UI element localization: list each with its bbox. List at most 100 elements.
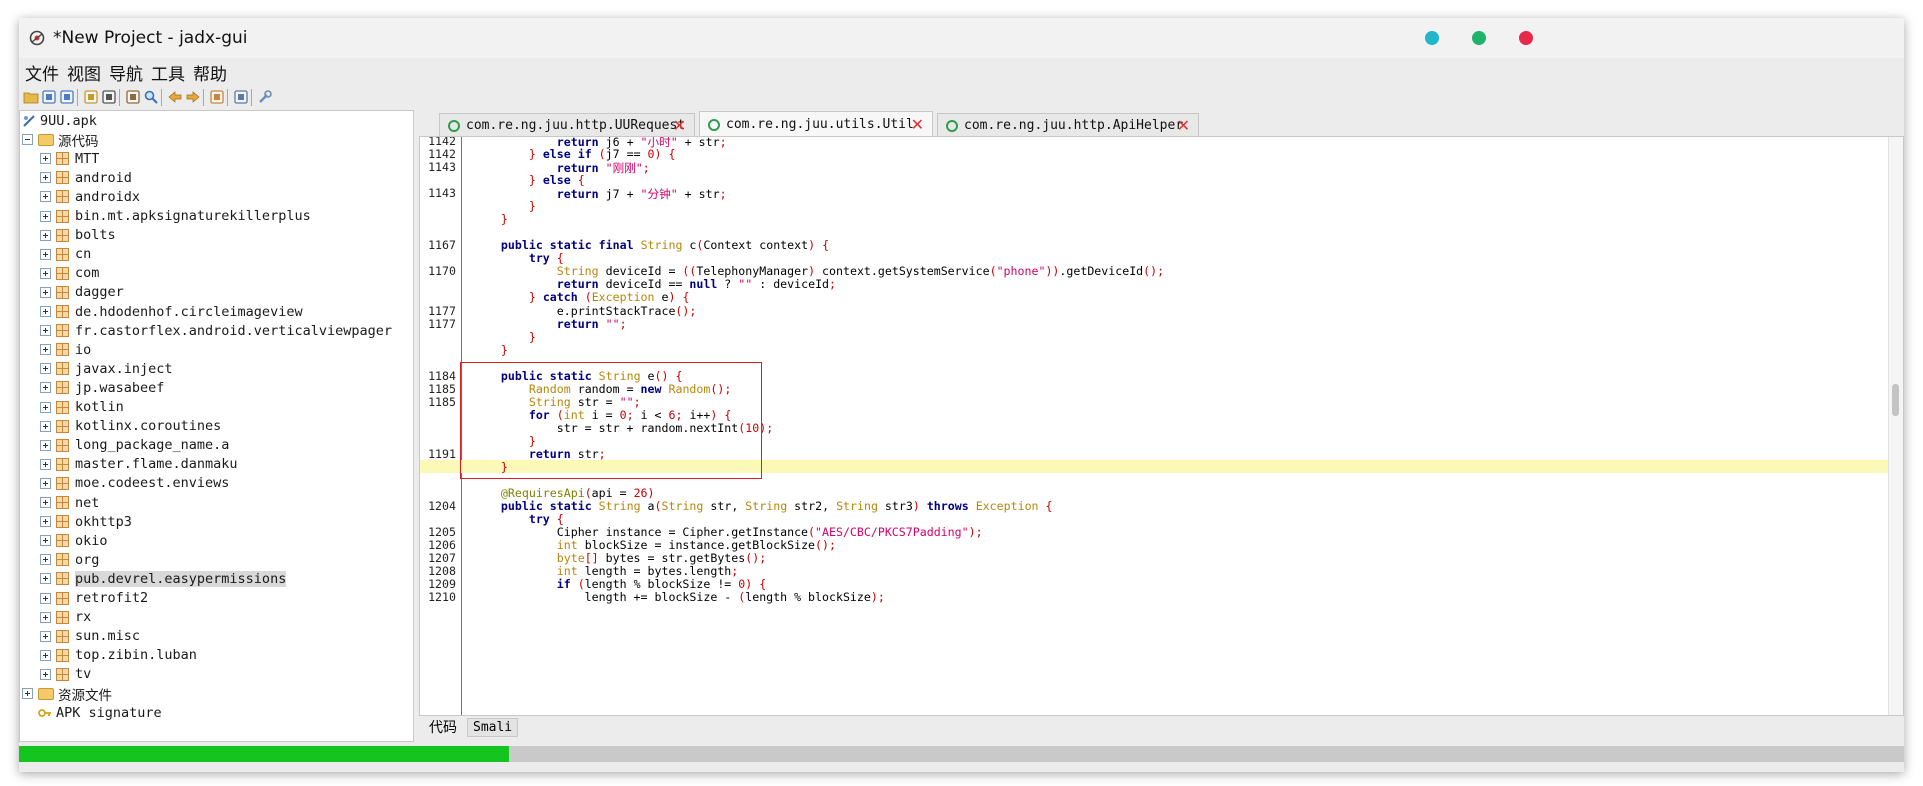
tree-package-item[interactable]: bolts <box>40 226 116 245</box>
tree-package-item[interactable]: dagger <box>40 283 124 302</box>
minimize-button[interactable] <box>1425 31 1439 45</box>
expand-toggle[interactable] <box>40 611 51 623</box>
expand-toggle[interactable] <box>40 325 51 337</box>
tree-package-item[interactable]: de.hdodenhof.circleimageview <box>40 302 303 321</box>
expand-toggle[interactable] <box>40 306 51 317</box>
tree-root[interactable]: 9UU.apk <box>22 111 97 130</box>
code-line[interactable]: 1167 public static final String c(Contex… <box>420 238 1890 252</box>
tree-node-apk-signature[interactable]: APK signature <box>38 703 162 722</box>
code-line[interactable]: 1206 int blockSize = instance.getBlockSi… <box>420 538 1890 552</box>
code-line[interactable]: 1207 byte[] bytes = str.getBytes(); <box>420 551 1890 565</box>
tree-node-source[interactable]: 源代码 <box>22 130 99 150</box>
close-tab-icon[interactable]: ✕ <box>673 116 686 135</box>
code-line[interactable]: 1205 Cipher instance = Cipher.getInstanc… <box>420 525 1890 539</box>
vertical-scrollbar[interactable] <box>1888 137 1903 715</box>
code-line[interactable]: 1209 if (length % blockSize != 0) { <box>420 577 1890 591</box>
editor-tab[interactable]: com.re.ng.juu.http.UURequest ✕ <box>439 113 695 137</box>
tree-package-item[interactable]: android <box>40 168 132 187</box>
expand-toggle[interactable] <box>40 668 51 680</box>
code-line[interactable]: } <box>420 199 1890 213</box>
tree-package-item[interactable]: org <box>40 550 99 569</box>
code-line[interactable]: 1142 return j6 + "小时" + str; <box>420 137 1890 149</box>
expand-toggle[interactable] <box>40 516 51 528</box>
close-tab-icon[interactable]: ✕ <box>911 115 924 134</box>
expand-toggle[interactable] <box>40 363 51 375</box>
expand-toggle[interactable] <box>40 382 51 394</box>
tab-code[interactable]: 代码 <box>425 716 461 738</box>
editor-tab[interactable]: com.re.ng.juu.utils.Util ✕ <box>699 111 933 137</box>
expand-toggle[interactable] <box>40 229 51 241</box>
preferences-icon[interactable] <box>257 89 273 105</box>
tree-package-item[interactable]: jp.wasabeef <box>40 378 164 397</box>
menu-item[interactable]: 文件 <box>25 60 59 85</box>
tree-package-item[interactable]: MTT <box>40 149 99 168</box>
expand-toggle[interactable] <box>40 248 51 260</box>
expand-toggle[interactable] <box>40 210 51 222</box>
tree-package-item[interactable]: io <box>40 340 91 359</box>
expand-toggle[interactable] <box>40 172 51 184</box>
save-icon[interactable] <box>41 89 57 105</box>
code-line[interactable]: 1210 length += blockSize - (length % blo… <box>420 590 1890 604</box>
sync-icon[interactable] <box>83 89 99 105</box>
code-line[interactable]: 1204 public static String a(String str, … <box>420 499 1890 513</box>
tree-package-item[interactable]: bin.mt.apksignaturekillerplus <box>40 207 311 226</box>
tree-package-item[interactable]: javax.inject <box>40 359 173 378</box>
expand-toggle[interactable] <box>40 267 51 279</box>
code-line[interactable]: return deviceId == null ? "" : deviceId; <box>420 277 1890 291</box>
code-line[interactable]: } <box>420 212 1890 226</box>
editor-tab[interactable]: com.re.ng.juu.http.ApiHelper ✕ <box>937 113 1199 137</box>
tree-package-item[interactable]: moe.codeest.enviews <box>40 474 229 493</box>
tree-package-item[interactable]: kotlinx.coroutines <box>40 417 221 436</box>
expand-toggle[interactable] <box>22 688 33 699</box>
expand-toggle[interactable] <box>40 439 51 451</box>
expand-toggle[interactable] <box>40 554 51 566</box>
flatten-icon[interactable] <box>101 89 117 105</box>
search-icon[interactable] <box>143 89 159 105</box>
expand-toggle[interactable] <box>40 649 51 661</box>
expand-toggle[interactable] <box>40 458 51 470</box>
menu-item[interactable]: 工具 <box>151 60 185 85</box>
code-line[interactable]: @RequiresApi(api = 26) <box>420 486 1890 500</box>
tree-package-item[interactable]: master.flame.danmaku <box>40 455 238 474</box>
close-button[interactable] <box>1519 31 1533 45</box>
expand-toggle[interactable] <box>40 344 51 356</box>
tree-package-item[interactable]: cn <box>40 245 91 264</box>
code-line[interactable]: 1142 } else if (j7 == 0) { <box>420 147 1890 161</box>
menu-item[interactable]: 视图 <box>67 60 101 85</box>
tree-package-item[interactable]: retrofit2 <box>40 589 148 608</box>
expand-toggle[interactable] <box>40 477 51 489</box>
tree-package-item[interactable]: rx <box>40 608 91 627</box>
scrollbar-thumb[interactable] <box>1892 384 1899 416</box>
code-line[interactable] <box>420 225 1890 238</box>
tree-package-item[interactable]: top.zibin.luban <box>40 646 197 665</box>
tree-package-item[interactable]: okio <box>40 531 108 550</box>
menu-item[interactable]: 帮助 <box>193 60 227 85</box>
tree-package-item[interactable]: sun.misc <box>40 627 140 646</box>
tree-package-item[interactable]: kotlin <box>40 398 124 417</box>
expand-toggle[interactable] <box>40 535 51 547</box>
code-editor[interactable]: 1142 return j6 + "小时" + str; 1142 } else … <box>419 136 1904 716</box>
code-line[interactable]: } catch (Exception e) { <box>420 290 1890 304</box>
decompile-icon[interactable] <box>209 89 225 105</box>
code-line[interactable]: 1208 int length = bytes.length; <box>420 564 1890 578</box>
tree-package-item[interactable]: fr.castorflex.android.verticalviewpager <box>40 321 392 340</box>
log-icon[interactable] <box>233 89 249 105</box>
expand-toggle[interactable] <box>40 573 51 585</box>
tree-package-item[interactable]: androidx <box>40 187 140 206</box>
save-all-icon[interactable] <box>59 89 75 105</box>
menu-item[interactable]: 导航 <box>109 60 143 85</box>
code-line[interactable]: try { <box>420 251 1890 265</box>
open-file-icon[interactable] <box>23 89 39 105</box>
code-line[interactable]: 1170 String deviceId = ((TelephonyManage… <box>420 264 1890 278</box>
code-line[interactable]: 1143 return j7 + "分钟" + str; <box>420 186 1890 201</box>
expand-toggle[interactable] <box>40 420 51 432</box>
tree-package-item[interactable]: net <box>40 493 99 512</box>
code-line[interactable]: } <box>420 343 1890 357</box>
tree-package-item[interactable]: pub.devrel.easypermissions <box>40 569 287 588</box>
code-line[interactable]: 1177 return ""; <box>420 317 1890 331</box>
expand-toggle[interactable] <box>40 630 51 642</box>
tree-node-resources[interactable]: 资源文件 <box>22 684 112 704</box>
code-line[interactable]: } <box>420 330 1890 344</box>
forward-icon[interactable] <box>185 89 201 105</box>
expand-toggle[interactable] <box>40 497 51 508</box>
